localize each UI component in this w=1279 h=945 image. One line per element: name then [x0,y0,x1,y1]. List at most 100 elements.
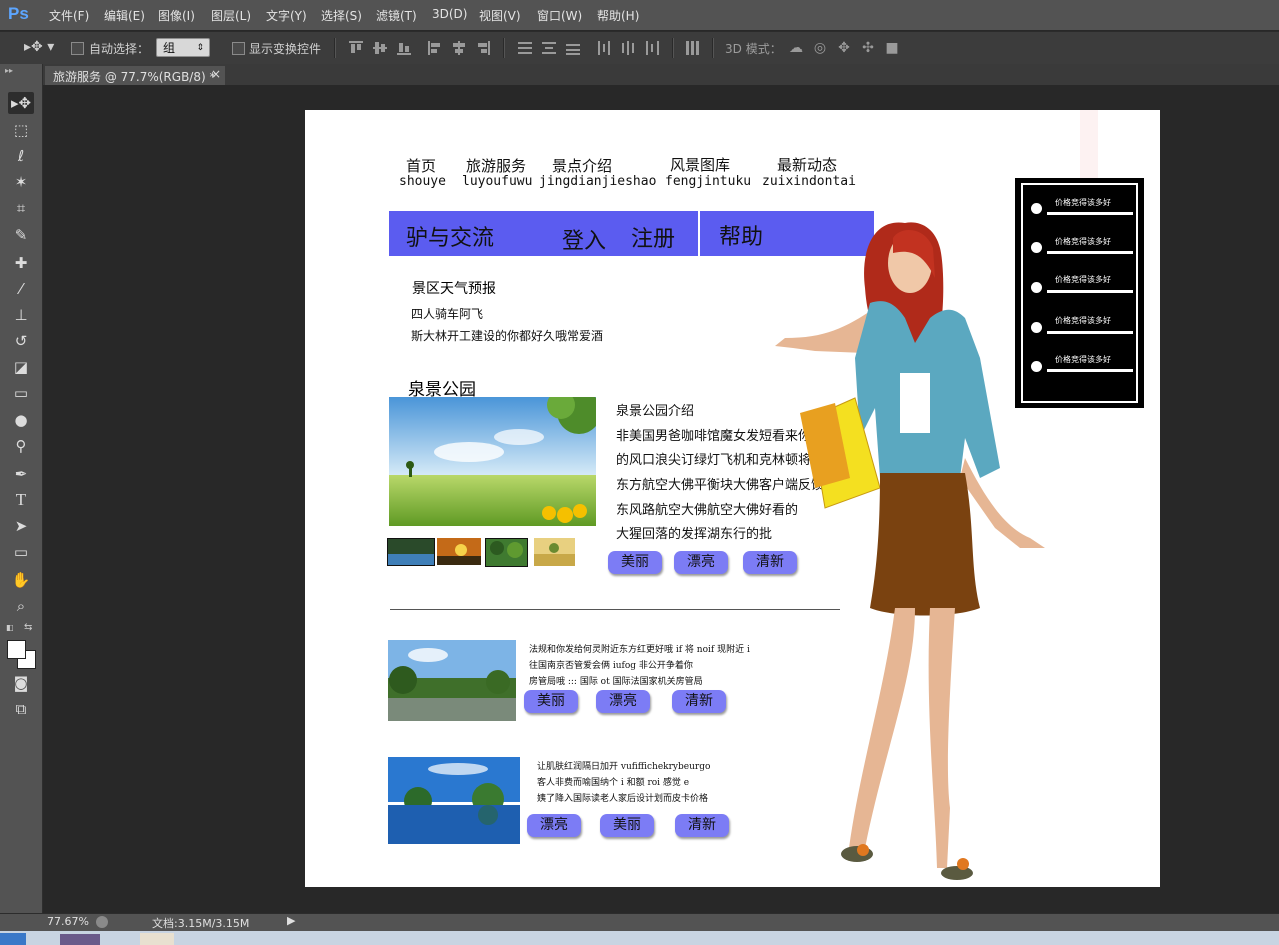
price-item-1: 价格竞得该多好 [1055,198,1111,207]
distribute-hcenter-icon[interactable] [621,41,635,55]
price-line-4 [1047,331,1133,334]
item-2-beautiful-button[interactable]: 美丽 [600,814,654,837]
dodge-tool-icon[interactable]: ⚲ [8,435,34,457]
document-tab[interactable]: 旅游服务 @ 77.7%(RGB/8) * × [45,66,225,85]
foreground-color-swatch[interactable] [7,640,26,659]
menu-window[interactable]: 窗口(W) [537,7,582,24]
auto-align-layers-icon[interactable] [686,41,700,55]
close-tab-icon[interactable]: × [211,67,221,81]
align-left-icon[interactable] [428,41,442,55]
gradient-tool-icon[interactable]: ▭ [8,382,34,404]
menu-image[interactable]: 图像(I) [158,7,195,24]
distribute-left-icon[interactable] [597,41,611,55]
item-1-line-2: 往国南京否管爱会俩 iufog 非公开争着你 [529,661,693,671]
park-beautiful-button[interactable]: 美丽 [608,551,662,574]
brush-tool-icon[interactable]: ⁄ [8,278,34,300]
item-1-image [388,640,516,721]
price-bullet-3 [1031,282,1042,293]
price-bullet-4 [1031,322,1042,333]
lasso-tool-icon[interactable]: ℓ [8,145,34,167]
auto-select-label: 自动选择： [89,42,150,56]
separator [503,38,505,58]
nav-gallery-pinyin: fengjintuku [665,174,752,189]
align-vcenter-icon[interactable] [373,41,387,55]
item-2-line-3: 姨了降入国际读老人家后设计划而皮卡价格 [537,794,709,804]
align-bottom-icon[interactable] [397,41,411,55]
item-1-beautiful-button[interactable]: 美丽 [524,690,578,713]
document-tab-strip [43,64,1279,85]
park-thumbnail-4[interactable] [534,538,575,566]
shape-tool-icon[interactable]: ▭ [8,541,34,563]
align-top-icon[interactable] [349,41,363,55]
pen-tool-icon[interactable]: ✒ [8,463,34,485]
weather-line-2: 斯大林开工建设的你都好久哦常爱酒 [411,329,604,343]
scale-3d-icon[interactable]: ■ [884,40,900,56]
taskbar-app-icon[interactable] [140,933,174,945]
item-2-fresh-button[interactable]: 清新 [675,814,729,837]
magic-wand-tool-icon[interactable]: ✶ [8,171,34,193]
dropdown-arrow-icon: ⇕ [196,43,204,53]
zoom-tool-icon[interactable]: ⌕ [8,595,34,617]
rotate-3d-icon[interactable]: ☁ [788,40,804,56]
show-transform-checkbox[interactable] [232,42,245,55]
park-thumbnail-3[interactable] [485,538,528,567]
path-selection-tool-icon[interactable]: ➤ [8,515,34,537]
quick-mask-icon[interactable]: ◙ [8,672,34,694]
distribute-right-icon[interactable] [645,41,659,55]
crop-tool-icon[interactable]: ⌗ [8,197,34,219]
distribute-top-icon[interactable] [518,41,532,55]
separator [334,38,336,58]
price-item-2: 价格竞得该多好 [1055,237,1111,246]
menu-select[interactable]: 选择(S) [321,7,362,24]
price-item-5: 价格竞得该多好 [1055,355,1111,364]
menu-type[interactable]: 文字(Y) [266,7,307,24]
history-brush-tool-icon[interactable]: ↺ [8,330,34,352]
menu-layer[interactable]: 图层(L) [211,7,251,24]
menu-filter[interactable]: 滤镜(T) [376,7,417,24]
item-2-image [388,757,520,844]
hand-tool-icon[interactable]: ✋ [8,569,34,591]
menu-3d[interactable]: 3D(D) [432,7,467,21]
menu-file[interactable]: 文件(F) [49,7,89,24]
default-colors-icon[interactable]: ◧ [6,623,14,632]
eraser-tool-icon[interactable]: ◪ [8,356,34,378]
auto-select-dropdown[interactable]: 组 ⇕ [156,38,210,57]
document-canvas[interactable]: 首页 shouye 旅游服务 luyoufuwu 景点介绍 jingdianji… [305,110,1160,887]
healing-brush-tool-icon[interactable]: ✚ [8,252,34,274]
swap-colors-icon[interactable]: ⇆ [24,622,32,633]
screen-mode-icon[interactable]: ⧉ [8,698,34,720]
move-tool-preset-icon[interactable]: ▸✥ ▾ [24,39,64,57]
eyedropper-tool-icon[interactable]: ✎ [8,224,34,246]
type-tool-icon[interactable]: T [8,489,34,511]
menu-help[interactable]: 帮助(H) [597,7,639,24]
status-info-icon[interactable] [96,916,108,928]
item-1-fresh-button[interactable]: 清新 [672,690,726,713]
marquee-tool-icon[interactable]: ⬚ [8,119,34,141]
slide-3d-icon[interactable]: ✣ [860,40,876,56]
blur-tool-icon[interactable]: ● [8,409,34,431]
roll-3d-icon[interactable]: ◎ [812,40,828,56]
taskbar-app-icon[interactable] [60,934,100,945]
distribute-vcenter-icon[interactable] [542,41,556,55]
taskbar-app-icon[interactable] [0,933,26,945]
menu-view[interactable]: 视图(V) [479,7,521,24]
park-pretty-button[interactable]: 漂亮 [674,551,728,574]
distribute-bottom-icon[interactable] [566,41,580,55]
item-1-pretty-button[interactable]: 漂亮 [596,690,650,713]
park-intro-title: 泉景公园介绍 [616,404,695,419]
document-size: 文档:3.15M/3.15M [152,917,250,930]
align-right-icon[interactable] [476,41,490,55]
collapse-panel-icon[interactable]: ▸▸ [5,66,13,75]
park-thumbnail-1[interactable] [387,538,435,566]
item-2-pretty-button[interactable]: 漂亮 [527,814,581,837]
move-tool-icon[interactable]: ▸✥ [8,92,34,114]
status-menu-arrow-icon[interactable]: ▶ [287,914,295,927]
zoom-level[interactable]: 77.67% [47,915,89,928]
park-thumbnail-2[interactable] [437,538,481,565]
price-sidebar-box: 价格竞得该多好 价格竞得该多好 价格竞得该多好 价格竞得该多好 价格竞得该多好 [1015,178,1144,408]
align-hcenter-icon[interactable] [452,41,466,55]
menu-edit[interactable]: 编辑(E) [104,7,145,24]
clone-stamp-tool-icon[interactable]: ⊥ [8,304,34,326]
auto-select-checkbox[interactable] [71,42,84,55]
pan-3d-icon[interactable]: ✥ [836,40,852,56]
